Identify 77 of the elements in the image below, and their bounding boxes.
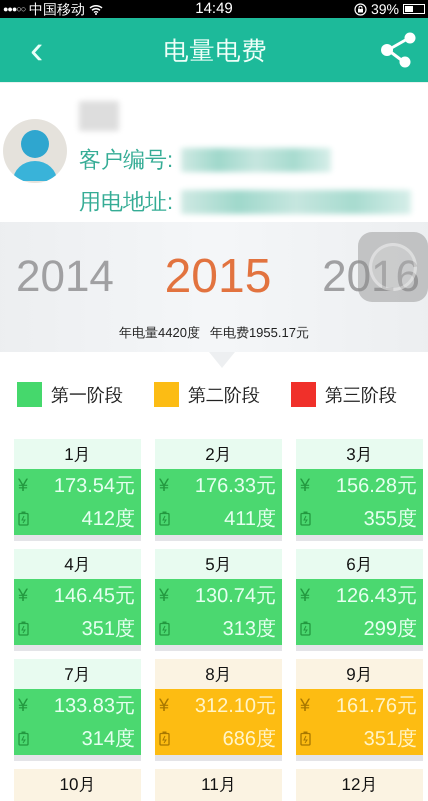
battery-icon (403, 4, 425, 14)
month-card[interactable]: 11月 (155, 769, 282, 801)
bill-amount: 156.28元 (336, 474, 417, 499)
month-card[interactable]: 1月 ¥ 173.54元 412度 (14, 439, 141, 541)
month-card[interactable]: 2月 ¥ 176.33元 411度 (155, 439, 282, 541)
signal-strength: ●●●○○ (3, 3, 26, 16)
yuan-icon: ¥ (18, 475, 28, 496)
month-label: 9月 (345, 664, 374, 686)
power-usage: 411度 (224, 507, 276, 532)
wifi-icon (89, 4, 104, 14)
battery-icon (159, 621, 170, 636)
yuan-icon: ¥ (300, 695, 310, 716)
battery-icon (18, 621, 29, 636)
month-card[interactable]: 7月 ¥ 133.83元 314度 (14, 659, 141, 761)
page-title: 电量电费 (164, 36, 268, 66)
clock-time: 14:49 (195, 0, 233, 18)
annual-total: 年电费1955.17元 (210, 324, 309, 342)
yuan-icon: ¥ (300, 585, 310, 606)
yuan-icon: ¥ (159, 695, 170, 716)
bill-amount: 312.10元 (194, 694, 276, 719)
yuan-icon: ¥ (300, 475, 310, 496)
month-label: 6月 (345, 554, 374, 576)
bill-amount: 161.76元 (336, 694, 417, 719)
blurred-name (79, 101, 119, 131)
power-usage: 686度 (222, 727, 276, 752)
annual-total: 年电量4420度 (119, 324, 200, 342)
yuan-icon: ¥ (159, 585, 170, 606)
battery-icon (300, 731, 311, 746)
legend-label: 第二阶段 (188, 384, 260, 406)
month-label: 3月 (345, 444, 374, 466)
month-card[interactable]: 8月 ¥ 312.10元 686度 (155, 659, 282, 761)
month-label: 10月 (58, 774, 96, 796)
yuan-icon: ¥ (18, 585, 28, 606)
power-usage: 412度 (82, 507, 135, 532)
power-usage: 351度 (364, 727, 417, 752)
customer-number-label: 客户编号: (79, 146, 174, 174)
month-label: 5月 (204, 554, 233, 576)
battery-icon (300, 511, 311, 526)
month-card[interactable]: 5月 ¥ 130.74元 313度 (155, 549, 282, 651)
power-usage: 313度 (222, 617, 276, 642)
bill-amount: 176.33元 (194, 474, 276, 499)
month-label: 7月 (63, 664, 92, 686)
battery-icon (18, 731, 29, 746)
legend-label: 第一阶段 (51, 384, 123, 406)
month-card[interactable]: 6月 ¥ 126.43元 299度 (296, 549, 423, 651)
power-usage: 351度 (82, 617, 135, 642)
month-card[interactable]: 9月 ¥ 161.76元 351度 (296, 659, 423, 761)
yuan-icon: ¥ (159, 475, 170, 496)
month-label: 2月 (204, 444, 233, 466)
battery-icon (159, 511, 170, 526)
bill-amount: 133.83元 (54, 694, 135, 719)
month-card[interactable]: 3月 ¥ 156.28元 355度 (296, 439, 423, 541)
carrier-name: 中国移动 (29, 0, 86, 18)
power-usage: 299度 (364, 617, 417, 642)
month-label: 8月 (204, 664, 233, 686)
battery-icon (18, 511, 29, 526)
battery-icon (300, 621, 311, 636)
month-card[interactable]: 4月 ¥ 146.45元 351度 (14, 549, 141, 651)
month-label: 12月 (340, 774, 378, 796)
power-usage: 314度 (82, 727, 135, 752)
month-card[interactable]: 10月 (14, 769, 141, 801)
share-icon[interactable] (380, 32, 416, 68)
address-label: 用电地址: (79, 188, 174, 216)
yuan-icon: ¥ (18, 695, 28, 716)
bill-amount: 173.54元 (54, 474, 135, 499)
month-label: 11月 (200, 774, 237, 796)
bill-amount: 146.45元 (54, 584, 135, 609)
rotation-lock-icon (354, 2, 367, 16)
legend-label: 第三阶段 (325, 384, 397, 406)
month-label: 4月 (63, 554, 92, 576)
month-card[interactable]: 12月 (296, 769, 423, 801)
power-usage: 355度 (364, 507, 417, 532)
bill-amount: 126.43元 (336, 584, 417, 609)
battery-percent: 39% (370, 0, 399, 18)
battery-icon (159, 731, 170, 746)
month-label: 1月 (63, 444, 92, 466)
bill-amount: 130.74元 (194, 584, 276, 609)
